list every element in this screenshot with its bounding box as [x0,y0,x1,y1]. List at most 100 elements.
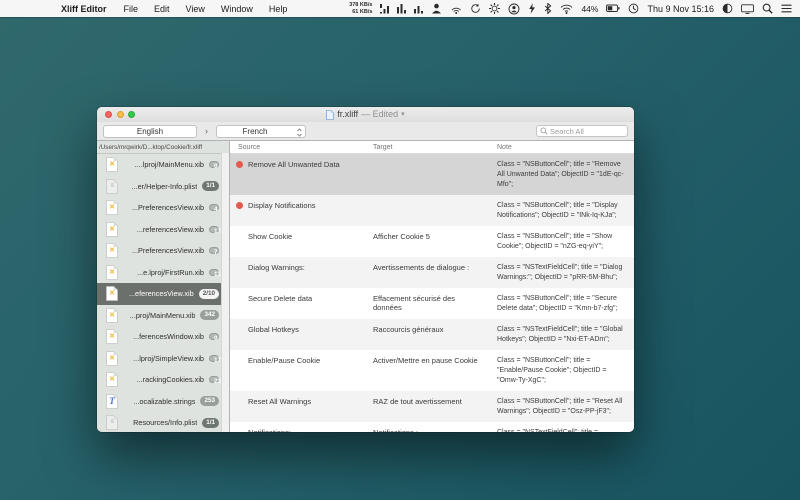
menu-file[interactable]: File [116,4,147,14]
source-cell: Remove All Unwanted Data [230,154,365,195]
zoom-button[interactable] [128,111,135,118]
sidebar-file-2[interactable]: ✕...PreferencesView.xib4 [97,197,229,219]
target-cell: Avertissements de dialogue : [365,257,489,288]
file-name: ...ferencesWindow.xib [123,332,204,341]
toolbar: English › French Search All [97,122,634,141]
sidebar-file-6[interactable]: ✕ ...eferencesView.xib 2/10 [97,283,229,305]
target-cell [365,195,489,226]
sidebar-file-0[interactable]: ✕....lproj/MainMenu.xib0 [97,154,229,176]
net-up-speed: 378 KB/s [349,2,372,9]
target-language-popup[interactable]: French [216,125,306,138]
sidebar-file-9[interactable]: ✕...lproj/SimpleView.xib17 [97,348,229,370]
sidebar-file-7[interactable]: ✕...proj/MainMenu.xib342 [97,305,229,327]
disk-graph-icon[interactable] [414,3,423,14]
memory-graph-icon[interactable] [397,3,406,14]
target-cell: Effacement sécurisé des données [365,288,489,319]
popup-stepper-icon [295,127,304,138]
sidebar-file-8[interactable]: ✕...ferencesWindow.xib0 [97,326,229,348]
translation-count-badge: 23 [209,376,219,383]
menubar-clock[interactable]: Thu 9 Nov 15:16 [647,4,714,14]
target-cell: Activer/Mettre en pause Cookie [365,350,489,391]
table-row[interactable]: Remove All Unwanted DataClass = "NSButto… [230,154,634,195]
menu-help[interactable]: Help [261,4,296,14]
xib-file-icon: ✕ [106,308,118,323]
power-bolt-icon[interactable] [528,3,536,14]
window-content: /Users/mrqwirk/D...ktop/Cookie/fr.xliff … [97,141,634,432]
display-icon[interactable] [741,4,754,14]
file-name: ...eferencesView.xib [123,289,194,298]
translation-count-badge: 2/10 [199,289,219,299]
sidebar-scrollbar[interactable] [221,153,229,432]
table-row[interactable]: Secure Delete dataEffacement sécurisé de… [230,288,634,319]
sidebar-file-4[interactable]: ✕...PreferencesView.xib7 [97,240,229,262]
menu-window[interactable]: Window [213,4,261,14]
user-icon[interactable] [431,3,442,14]
note-cell: Class = "NSButtonCell"; title = "Enable/… [489,350,634,391]
note-cell: Class = "NSTextFieldCell"; title = "Noti… [489,422,634,432]
xib-file-icon: ✕ [106,222,118,237]
xib-file-icon: ✕ [106,286,118,301]
file-name: Resources/Info.plist [123,418,197,427]
sidebar-file-10[interactable]: ✕...rackingCookies.xib23 [97,369,229,391]
wifi-icon[interactable] [560,4,573,14]
table-row[interactable]: Display NotificationsClass = "NSButtonCe… [230,195,634,226]
search-icon [540,127,548,135]
signal-waves-icon[interactable] [450,3,462,14]
spotlight-icon[interactable] [762,3,773,14]
untranslated-dot-icon [236,161,243,168]
sidebar-file-12[interactable]: ≡ Resources/Info.plist 1/1 [97,412,229,432]
file-name: ...PreferencesView.xib [123,203,204,212]
note-cell: Class = "NSButtonCell"; title = "Secure … [489,288,634,319]
xib-file-icon: ✕ [106,200,118,215]
search-field[interactable]: Search All [536,125,628,137]
note-cell: Class = "NSButtonCell"; title = "Display… [489,195,634,226]
document-proxy-icon[interactable] [326,110,334,120]
sidebar-file-11[interactable]: T...ocalizable.strings253 [97,391,229,413]
note-cell: Class = "NSTextFieldCell"; title = "Dial… [489,257,634,288]
bluetooth-icon[interactable] [544,3,552,14]
column-header-target[interactable]: Target [365,144,489,151]
menu-view[interactable]: View [178,4,213,14]
source-cell: Global Hotkeys [230,319,365,350]
column-header-source[interactable]: Source [230,144,365,151]
notification-center-icon[interactable] [781,4,792,13]
title-chevron-icon[interactable]: ▾ [401,111,405,118]
note-cell: Class = "NSTextFieldCell"; title = "Glob… [489,319,634,350]
table-row[interactable]: Notifications:Notifications :Class = "NS… [230,422,634,432]
translation-table: SourceTargetNote Remove All Unwanted Dat… [230,141,634,432]
sidebar-file-3[interactable]: ✕...referencesView.xib17 [97,219,229,241]
cpu-graph-icon[interactable] [380,3,389,14]
translation-count-badge: 17 [209,226,219,233]
file-name: ....lproj/MainMenu.xib [123,160,204,169]
table-row[interactable]: Reset All WarningsRAZ de tout avertissem… [230,391,634,422]
battery-percent[interactable]: 44% [581,4,598,14]
table-row[interactable]: Enable/Pause CookieActiver/Mettre en pau… [230,350,634,391]
broadcast-user-icon[interactable] [508,3,520,15]
net-down-speed: 61 KB/s [349,9,372,16]
sidebar-file-1[interactable]: ≡...er/Helper-Info.plist1/1 [97,176,229,198]
strings-file-icon: T [106,394,118,409]
table-row[interactable]: Dialog Warnings:Avertissements de dialog… [230,257,634,288]
source-language-button[interactable]: English [103,125,197,138]
edited-indicator: — Edited [361,110,398,119]
battery-icon[interactable] [606,4,620,13]
network-speed[interactable]: 378 KB/s61 KB/s [349,2,372,15]
column-header-note[interactable]: Note [489,144,634,151]
title-bar[interactable]: fr.xliff — Edited ▾ [97,107,634,122]
minimize-button[interactable] [117,111,124,118]
plist-file-icon: ≡ [106,415,118,430]
table-row[interactable]: Show CookieAfficher Cookie 5Class = "NSB… [230,226,634,257]
close-button[interactable] [105,111,112,118]
translation-count-badge: 1/1 [202,418,219,428]
sidebar-file-5[interactable]: ✕...e.lproj/FirstRun.xib118 [97,262,229,284]
app-menu-title[interactable]: Xliff Editor [52,4,116,14]
translation-count-badge: 0 [209,161,219,168]
source-cell: Show Cookie [230,226,365,257]
gear-icon[interactable] [489,3,500,14]
menu-bar-status-area: 378 KB/s61 KB/s 44% Thu 9 Nov 15:16 [349,2,800,15]
menu-edit[interactable]: Edit [146,4,178,14]
table-row[interactable]: Global HotkeysRaccourcis générauxClass =… [230,319,634,350]
sync-icon[interactable] [470,3,481,14]
contrast-icon[interactable] [722,3,733,14]
time-machine-icon[interactable] [628,3,639,14]
